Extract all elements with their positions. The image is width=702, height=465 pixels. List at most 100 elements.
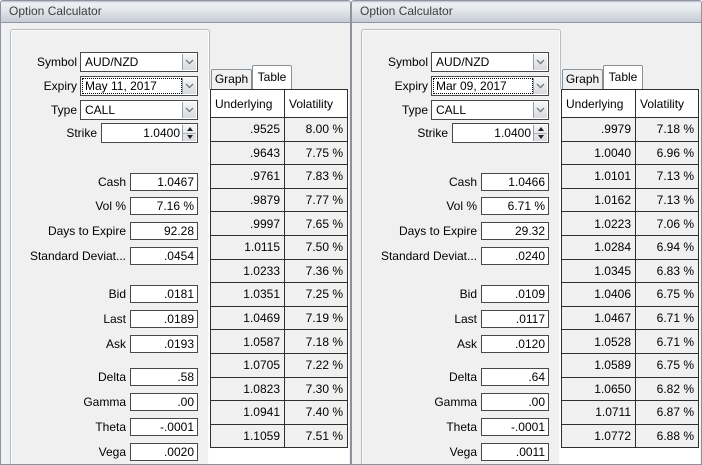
cell-volatility: 7.06 % — [635, 211, 699, 236]
table-header-row: Underlying Volatility — [561, 89, 699, 118]
spinner-down-button[interactable] — [183, 133, 196, 141]
tab-table[interactable]: Table — [252, 65, 292, 89]
strike-label: Strike — [417, 126, 448, 140]
field-ask[interactable]: .0193 — [130, 335, 198, 353]
field-gamma[interactable]: .00 — [481, 393, 549, 411]
field-label-standard-deviat: Standard Deviat... — [380, 249, 477, 263]
table-row[interactable]: 1.0711 6.87 % — [561, 400, 699, 425]
combo-type[interactable]: CALL — [431, 100, 549, 120]
field-label-ask: Ask — [456, 337, 477, 351]
cell-volatility: 7.13 % — [635, 164, 699, 189]
dropdown-button[interactable] — [533, 78, 547, 94]
field-vol[interactable]: 7.16 % — [130, 197, 198, 215]
table-row[interactable]: 1.0941 7.40 % — [210, 400, 348, 425]
table-row[interactable]: .9643 7.75 % — [210, 140, 348, 166]
cell-volatility: 7.77 % — [284, 187, 348, 213]
table-row[interactable]: 1.0469 7.19 % — [210, 305, 348, 331]
field-last[interactable]: .0189 — [130, 310, 198, 328]
combo-value: May 11, 2017 — [85, 79, 157, 93]
combo-label-symbol: Symbol — [36, 55, 77, 69]
table-row[interactable]: .9979 7.18 % — [561, 117, 699, 142]
field-ask[interactable]: .0120 — [481, 335, 549, 353]
cell-underlying: 1.0284 — [561, 234, 636, 260]
cell-underlying: 1.0351 — [210, 282, 285, 307]
cell-underlying: 1.0772 — [561, 423, 636, 449]
cell-volatility: 7.13 % — [635, 187, 699, 213]
table-row[interactable]: 1.0115 7.50 % — [210, 234, 348, 260]
strike-input[interactable]: 1.0400 — [452, 123, 549, 143]
table-row[interactable]: .9997 7.65 % — [210, 211, 348, 236]
field-cash[interactable]: 1.0467 — [130, 173, 198, 191]
titlebar[interactable]: Option Calculator — [352, 1, 701, 23]
spinner-up-icon — [537, 127, 544, 131]
table-row[interactable]: 1.0823 7.30 % — [210, 376, 348, 402]
table-row[interactable]: 1.0101 7.13 % — [561, 164, 699, 189]
spinner-down-button[interactable] — [534, 133, 547, 141]
field-vol[interactable]: 6.71 % — [481, 197, 549, 215]
table-row[interactable]: 1.0650 6.82 % — [561, 376, 699, 402]
cell-underlying: 1.0469 — [210, 305, 285, 331]
cell-underlying: .9761 — [210, 164, 285, 189]
volatility-table: Underlying Volatility .9525 8.00 % .9643 7.75… — [210, 89, 348, 449]
cell-underlying: 1.0345 — [561, 258, 636, 284]
cell-underlying: 1.0711 — [561, 400, 636, 425]
tab-table[interactable]: Table — [603, 65, 643, 89]
dropdown-button[interactable] — [533, 54, 547, 70]
cell-underlying: 1.0040 — [561, 140, 636, 166]
cell-underlying: 1.0115 — [210, 234, 285, 260]
field-label-vol: Vol % — [446, 199, 477, 213]
table-row[interactable]: 1.0528 6.71 % — [561, 329, 699, 354]
dropdown-button[interactable] — [182, 102, 196, 118]
table-row[interactable]: .9879 7.77 % — [210, 187, 348, 213]
field-standard-deviat[interactable]: .0454 — [130, 247, 198, 265]
table-row[interactable]: 1.0467 6.71 % — [561, 305, 699, 331]
table-row[interactable]: 1.0345 6.83 % — [561, 258, 699, 284]
combo-type[interactable]: CALL — [80, 100, 198, 120]
cell-volatility: 6.75 % — [635, 352, 699, 378]
table-row[interactable]: 1.0772 6.88 % — [561, 423, 699, 449]
field-standard-deviat[interactable]: .0240 — [481, 247, 549, 265]
field-delta[interactable]: .64 — [481, 368, 549, 386]
field-last[interactable]: .0117 — [481, 310, 549, 328]
table-row[interactable]: 1.0587 7.18 % — [210, 329, 348, 354]
cell-underlying: 1.0650 — [561, 376, 636, 402]
tab-graph[interactable]: Graph — [211, 69, 252, 89]
dropdown-button[interactable] — [533, 102, 547, 118]
strike-input[interactable]: 1.0400 — [101, 123, 198, 143]
combo-expiry[interactable]: Mar 09, 2017 — [431, 76, 549, 96]
dropdown-button[interactable] — [182, 54, 196, 70]
table-row[interactable]: 1.0162 7.13 % — [561, 187, 699, 213]
field-vega[interactable]: .0011 — [481, 443, 549, 461]
table-row[interactable]: 1.0351 7.25 % — [210, 282, 348, 307]
field-cash[interactable]: 1.0466 — [481, 173, 549, 191]
table-row[interactable]: 1.0233 7.36 % — [210, 258, 348, 284]
table-row[interactable]: 1.1059 7.51 % — [210, 423, 348, 449]
combo-label-type: Type — [50, 103, 77, 117]
table-row[interactable]: 1.0284 6.94 % — [561, 234, 699, 260]
field-theta[interactable]: -.0001 — [130, 418, 198, 436]
table-row[interactable]: 1.0705 7.22 % — [210, 352, 348, 378]
field-days-to-expire[interactable]: 29.32 — [481, 222, 549, 240]
combo-symbol[interactable]: AUD/NZD — [431, 52, 549, 72]
table-row[interactable]: 1.0223 7.06 % — [561, 211, 699, 236]
combo-expiry[interactable]: May 11, 2017 — [80, 76, 198, 96]
field-vega[interactable]: .0020 — [130, 443, 198, 461]
table-row[interactable]: 1.0589 6.75 % — [561, 352, 699, 378]
table-row[interactable]: .9761 7.83 % — [210, 164, 348, 189]
cell-underlying: 1.1059 — [210, 423, 285, 449]
field-label-theta: Theta — [446, 420, 477, 434]
dropdown-button[interactable] — [182, 78, 196, 94]
field-bid[interactable]: .0109 — [481, 285, 549, 303]
field-gamma[interactable]: .00 — [130, 393, 198, 411]
field-delta[interactable]: .58 — [130, 368, 198, 386]
tab-graph[interactable]: Graph — [562, 69, 603, 89]
field-days-to-expire[interactable]: 92.28 — [130, 222, 198, 240]
field-bid[interactable]: .0181 — [130, 285, 198, 303]
titlebar[interactable]: Option Calculator — [1, 1, 350, 23]
combo-symbol[interactable]: AUD/NZD — [80, 52, 198, 72]
field-theta[interactable]: -.0001 — [481, 418, 549, 436]
table-row[interactable]: 1.0406 6.75 % — [561, 282, 699, 307]
table-header-underlying: Underlying — [210, 89, 285, 118]
table-row[interactable]: 1.0040 6.96 % — [561, 140, 699, 166]
table-row[interactable]: .9525 8.00 % — [210, 117, 348, 142]
